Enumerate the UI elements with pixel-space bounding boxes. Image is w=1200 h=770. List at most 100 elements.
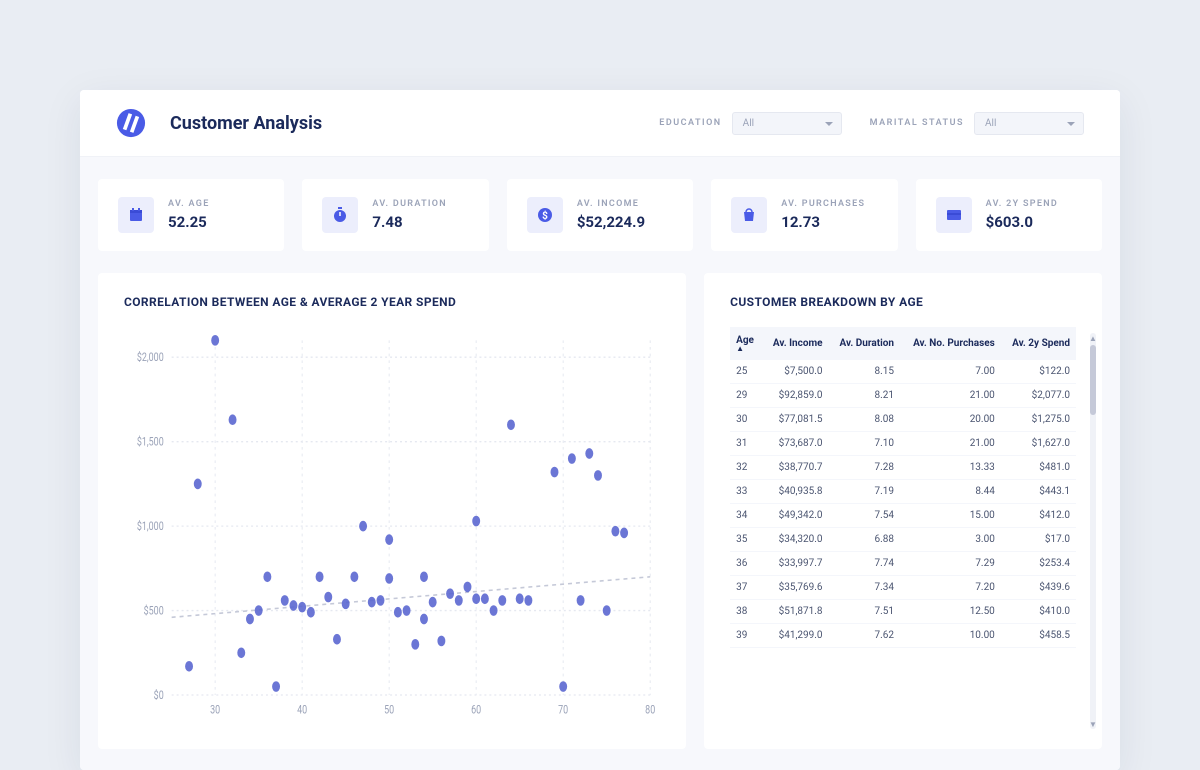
table-row[interactable]: 33$40,935.87.198.44$443.1	[730, 480, 1076, 504]
data-point[interactable]	[568, 453, 576, 464]
data-point[interactable]	[316, 571, 324, 582]
data-point[interactable]	[229, 414, 237, 425]
data-point[interactable]	[237, 647, 245, 658]
scrollbar-thumb[interactable]	[1090, 345, 1096, 415]
card-icon	[936, 197, 972, 233]
data-point[interactable]	[472, 593, 480, 604]
data-point[interactable]	[559, 681, 567, 692]
data-point[interactable]	[481, 593, 489, 604]
data-point[interactable]	[185, 661, 193, 672]
marital-select[interactable]: All	[974, 112, 1084, 135]
data-point[interactable]	[272, 681, 280, 692]
kpi-text: AV. 2Y SPEND$603.0	[986, 199, 1058, 231]
table-row[interactable]: 29$92,859.08.2121.00$2,077.0	[730, 384, 1076, 408]
data-point[interactable]	[211, 335, 219, 346]
data-point[interactable]	[263, 571, 271, 582]
data-point[interactable]	[377, 595, 385, 606]
table-row[interactable]: 30$77,081.58.0820.00$1,275.0	[730, 408, 1076, 432]
table-row[interactable]: 25$7,500.08.157.00$122.0	[730, 360, 1076, 384]
data-point[interactable]	[359, 521, 367, 532]
data-point[interactable]	[281, 595, 289, 606]
data-point[interactable]	[385, 573, 393, 584]
table-row[interactable]: 37$35,769.67.347.20$439.6	[730, 576, 1076, 600]
cell-purchases: 12.50	[900, 600, 1001, 624]
data-point[interactable]	[342, 598, 350, 609]
scroll-down-icon[interactable]: ▼	[1090, 719, 1096, 729]
data-point[interactable]	[524, 595, 532, 606]
cell-spend: $439.6	[1001, 576, 1076, 600]
cell-purchases: 20.00	[900, 408, 1001, 432]
data-point[interactable]	[429, 597, 437, 608]
scatter-chart[interactable]: $0$500$1,000$1,500$2,000304050607080	[124, 327, 660, 727]
data-point[interactable]	[516, 593, 524, 604]
cell-age: 35	[730, 528, 762, 552]
column-header[interactable]: Av. 2y Spend	[1001, 327, 1076, 360]
data-point[interactable]	[472, 516, 480, 527]
column-header[interactable]: Av. No. Purchases	[900, 327, 1001, 360]
table-row[interactable]: 38$51,871.87.5112.50$410.0	[730, 600, 1076, 624]
table-row[interactable]: 32$38,770.77.2813.33$481.0	[730, 456, 1076, 480]
data-point[interactable]	[464, 582, 472, 593]
data-point[interactable]	[307, 607, 315, 618]
cell-age: 31	[730, 432, 762, 456]
data-point[interactable]	[324, 592, 332, 603]
cell-duration: 7.28	[829, 456, 900, 480]
table-scroll[interactable]: Age▲Av. IncomeAv. DurationAv. No. Purcha…	[730, 327, 1076, 727]
cell-spend: $1,275.0	[1001, 408, 1076, 432]
svg-text:$500: $500	[144, 603, 164, 618]
column-header[interactable]: Age▲	[730, 327, 762, 360]
data-point[interactable]	[411, 639, 419, 650]
logo-icon	[116, 108, 146, 138]
kpi-row: AV. AGE52.25AV. DURATION7.48$AV. INCOME$…	[98, 179, 1102, 251]
data-point[interactable]	[446, 588, 454, 599]
data-point[interactable]	[611, 526, 619, 537]
data-point[interactable]	[507, 419, 515, 430]
data-point[interactable]	[403, 605, 411, 616]
kpi-card: AV. 2Y SPEND$603.0	[916, 179, 1102, 251]
kpi-value: 52.25	[168, 213, 210, 231]
cell-age: 29	[730, 384, 762, 408]
data-point[interactable]	[577, 595, 585, 606]
table-row[interactable]: 35$34,320.06.883.00$17.0	[730, 528, 1076, 552]
data-point[interactable]	[350, 571, 358, 582]
column-header[interactable]: Av. Income	[762, 327, 828, 360]
data-point[interactable]	[298, 602, 306, 613]
cell-age: 34	[730, 504, 762, 528]
data-point[interactable]	[455, 595, 463, 606]
data-point[interactable]	[490, 605, 498, 616]
data-point[interactable]	[394, 607, 402, 618]
breakdown-table: Age▲Av. IncomeAv. DurationAv. No. Purcha…	[730, 327, 1076, 648]
kpi-label: AV. INCOME	[577, 199, 645, 209]
cell-duration: 7.10	[829, 432, 900, 456]
education-select[interactable]: All	[732, 112, 842, 135]
data-point[interactable]	[255, 605, 263, 616]
cell-income: $77,081.5	[762, 408, 828, 432]
data-point[interactable]	[368, 597, 376, 608]
cell-income: $41,299.0	[762, 624, 828, 648]
data-point[interactable]	[333, 634, 341, 645]
data-point[interactable]	[551, 467, 559, 478]
column-header[interactable]: Av. Duration	[829, 327, 900, 360]
data-point[interactable]	[289, 600, 297, 611]
kpi-value: 7.48	[372, 213, 447, 231]
data-point[interactable]	[603, 605, 611, 616]
cell-age: 38	[730, 600, 762, 624]
svg-text:$2,000: $2,000	[137, 350, 164, 365]
table-row[interactable]: 36$33,997.77.747.29$253.4	[730, 552, 1076, 576]
data-point[interactable]	[498, 595, 506, 606]
data-point[interactable]	[420, 571, 428, 582]
data-point[interactable]	[620, 528, 628, 539]
table-row[interactable]: 31$73,687.07.1021.00$1,627.0	[730, 432, 1076, 456]
table-scrollbar[interactable]: ▲ ▼	[1090, 333, 1096, 729]
data-point[interactable]	[594, 470, 602, 481]
table-row[interactable]: 39$41,299.07.6210.00$458.5	[730, 624, 1076, 648]
data-point[interactable]	[194, 479, 202, 490]
data-point[interactable]	[385, 534, 393, 545]
data-point[interactable]	[437, 636, 445, 647]
table-row[interactable]: 34$49,342.07.5415.00$412.0	[730, 504, 1076, 528]
filters: EDUCATION All MARITAL STATUS All	[659, 112, 1084, 135]
data-point[interactable]	[420, 614, 428, 625]
data-point[interactable]	[246, 614, 254, 625]
scroll-up-icon[interactable]: ▲	[1090, 333, 1096, 343]
data-point[interactable]	[585, 448, 593, 459]
